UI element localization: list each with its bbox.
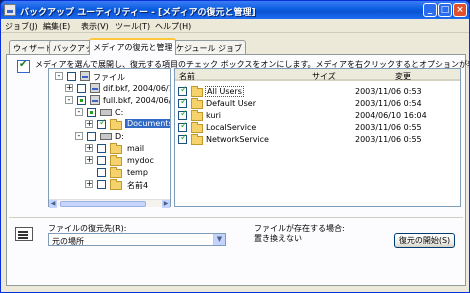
menu-tools[interactable]: ツール(T) <box>115 21 150 32</box>
menu-bar: ジョブ(J) 編集(E) 表示(V) ツール(T) ヘルプ(H) <box>1 19 469 33</box>
collapse-icon[interactable]: - <box>75 108 83 116</box>
scrollbar-thumb[interactable] <box>60 201 146 207</box>
list-item-name: Default User <box>206 99 257 108</box>
checkbox[interactable] <box>97 168 106 177</box>
tab-schedule-jobs[interactable]: スケジュール ジョブ <box>164 40 246 54</box>
list-item-modified: 2003/11/06 0:55 <box>355 123 422 132</box>
folder-icon <box>191 134 203 145</box>
tab-restore-manage[interactable]: メディアの復元と管理 <box>89 38 177 55</box>
checkbox[interactable] <box>97 156 106 165</box>
list-row-default-user[interactable]: Default User 2003/11/06 0:54 <box>175 97 460 109</box>
window-title: バックアップ ユーティリティー - [メディアの復元と管理] <box>20 8 256 18</box>
expand-icon[interactable]: + <box>65 84 73 92</box>
folder-icon <box>191 86 203 97</box>
restore-checklist-icon <box>17 59 30 73</box>
list-item-modified: 2003/11/06 0:53 <box>355 87 422 96</box>
media-icon <box>80 71 90 81</box>
folder-icon <box>110 143 122 154</box>
folder-icon <box>110 179 122 190</box>
folder-icon <box>191 98 203 109</box>
checkbox[interactable] <box>67 72 76 81</box>
existing-file-value: 置き換えない <box>254 234 302 243</box>
checkbox[interactable] <box>87 108 96 117</box>
checkbox[interactable] <box>87 132 96 141</box>
tree-item-label: full.bkf, 2004/06/10 <box>103 96 170 105</box>
list-item-name: NetworkService <box>206 135 269 144</box>
collapse-icon[interactable]: - <box>55 72 63 80</box>
column-name[interactable]: 名前 <box>179 71 195 82</box>
folder-icon <box>110 155 122 166</box>
backup-app-icon <box>4 4 16 16</box>
list-row-all-users[interactable]: All Users 2003/11/06 0:53 <box>175 85 460 97</box>
column-size[interactable]: サイズ <box>312 71 336 82</box>
list-row-networkservice[interactable]: NetworkService 2003/11/06 0:55 <box>175 133 460 145</box>
expand-icon[interactable]: + <box>85 120 93 128</box>
backup-file-icon <box>90 95 100 105</box>
list-item-name: LocalService <box>206 123 257 132</box>
folder-icon <box>191 122 203 133</box>
list-row-localservice[interactable]: LocalService 2003/11/06 0:55 <box>175 121 460 133</box>
folder-icon <box>191 110 203 121</box>
scroll-left-arrow-icon[interactable]: ◀ <box>49 200 57 208</box>
start-restore-button[interactable]: 復元の開始(S) <box>394 233 455 248</box>
checkbox[interactable] <box>178 121 188 132</box>
column-modified[interactable]: 変更 <box>395 71 411 82</box>
restore-destination-value: 元の場所 <box>52 237 84 246</box>
restore-destination-icon <box>15 227 33 241</box>
tree-item-label: 名前4 <box>127 181 149 190</box>
scroll-right-arrow-icon[interactable]: ▶ <box>162 200 170 208</box>
menu-view[interactable]: 表示(V) <box>81 21 109 32</box>
checkbox[interactable] <box>178 109 188 120</box>
tree-item-label: Documents and Settings <box>125 119 170 128</box>
list-item-name: kuri <box>206 111 221 120</box>
tree-item-label: D: <box>115 132 124 141</box>
menu-edit[interactable]: 編集(E) <box>43 21 70 32</box>
contents-list[interactable]: 名前 サイズ 変更 All Users 2003/11/06 0:53 Defa… <box>174 68 461 207</box>
list-header: 名前 サイズ 変更 <box>175 69 460 82</box>
tree-item-label: dif.bkf, 2004/06/10 <box>103 84 170 93</box>
expand-icon[interactable]: + <box>85 180 93 188</box>
expand-icon[interactable]: + <box>85 156 93 164</box>
list-item-modified: 2004/06/10 16:04 <box>355 111 427 120</box>
menu-job[interactable]: ジョブ(J) <box>5 21 38 32</box>
list-item-name: All Users <box>205 86 244 97</box>
list-item-modified: 2003/11/06 0:54 <box>355 99 422 108</box>
folder-icon <box>110 119 122 130</box>
checkbox[interactable] <box>77 84 86 93</box>
list-item-modified: 2003/11/06 0:55 <box>355 135 422 144</box>
collapse-icon[interactable]: - <box>65 96 73 104</box>
divider <box>9 217 463 218</box>
media-tree[interactable]: - ファイル + dif.bkf, 2004/06/10 - full.bkf,… <box>48 68 171 207</box>
checkbox[interactable] <box>77 96 86 105</box>
drive-icon <box>100 133 112 140</box>
backup-file-icon <box>90 83 100 93</box>
title-bar[interactable]: バックアップ ユーティリティー - [メディアの復元と管理] _ □ × <box>1 1 469 19</box>
close-button[interactable]: × <box>453 3 467 17</box>
drive-icon <box>100 109 112 116</box>
tree-item-label: C: <box>115 108 124 117</box>
tree-item-label: mail <box>127 144 145 153</box>
tree-horizontal-scrollbar[interactable]: ◀ ▶ <box>49 199 170 208</box>
minimize-button[interactable]: _ <box>423 3 437 17</box>
collapse-icon[interactable]: - <box>75 132 83 140</box>
menu-help[interactable]: ヘルプ(H) <box>155 21 191 32</box>
tree-item-label: mydoc <box>127 156 154 165</box>
list-row-kuri[interactable]: kuri 2004/06/10 16:04 <box>175 109 460 121</box>
tree-item-label: temp <box>127 168 148 177</box>
chevron-down-icon[interactable]: ▼ <box>213 234 225 245</box>
checkbox[interactable] <box>178 133 188 144</box>
checkbox[interactable] <box>97 180 106 189</box>
checkbox[interactable] <box>178 85 188 96</box>
checkbox[interactable] <box>178 97 188 108</box>
checkbox[interactable] <box>97 118 107 129</box>
maximize-button[interactable]: □ <box>438 3 452 17</box>
backup-utility-window: バックアップ ユーティリティー - [メディアの復元と管理] _ □ × ジョブ… <box>0 0 470 293</box>
restore-destination-select[interactable]: 元の場所 ▼ <box>48 233 226 246</box>
checkbox[interactable] <box>97 144 106 153</box>
expand-icon[interactable]: + <box>85 144 93 152</box>
folder-icon <box>110 167 122 178</box>
tree-item-label: ファイル <box>93 73 125 82</box>
